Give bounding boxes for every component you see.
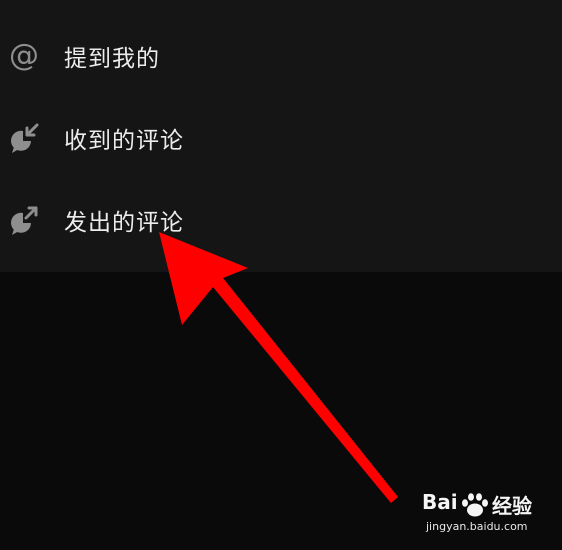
- menu-panel: @ 提到我的 收到的评论 发出的评论: [0, 0, 562, 272]
- at-icon: @: [9, 38, 39, 73]
- watermark-url: jingyan.baidu.com: [426, 520, 528, 533]
- watermark-brand-left: Bai: [422, 490, 458, 514]
- paw-logo-icon: [462, 493, 488, 517]
- menu-item-label: 提到我的: [64, 46, 160, 72]
- comment-sent-icon: [6, 202, 42, 238]
- menu-item-mentions[interactable]: @ 提到我的: [0, 26, 562, 86]
- watermark: Bai 经验 jingyan.baidu.com: [420, 488, 540, 542]
- menu-item-received-comments[interactable]: 收到的评论: [0, 108, 562, 168]
- menu-item-label: 发出的评论: [64, 210, 184, 236]
- watermark-brand-right: 经验: [492, 494, 532, 518]
- menu-item-sent-comments[interactable]: 发出的评论: [0, 190, 562, 250]
- menu-item-label: 收到的评论: [64, 128, 184, 154]
- comment-received-icon: [6, 120, 42, 156]
